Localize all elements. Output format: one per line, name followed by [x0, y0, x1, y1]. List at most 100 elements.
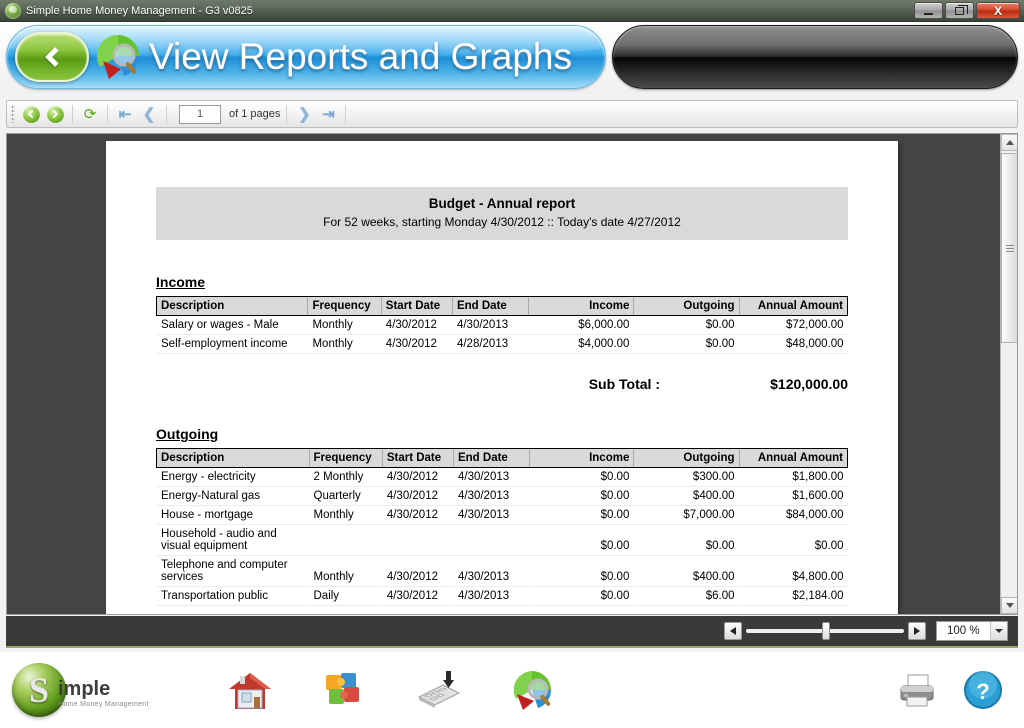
cell-income: $6,000.00	[578, 319, 630, 331]
toolbar-grip[interactable]	[11, 105, 15, 123]
cell-start-date: 4/30/2012	[386, 490, 438, 502]
cell-annual-amount: $48,000.00	[785, 338, 844, 350]
chevron-left-icon	[45, 47, 65, 67]
cell-description: Energy-Natural gas	[161, 490, 261, 502]
window-title: Simple Home Money Management - G3 v0825	[26, 4, 253, 17]
income-table: Description Frequency Start Date End Dat…	[155, 296, 849, 354]
report-navigation-toolbar: ⟳ ⇤ ❮ 1 of 1 pages ❯ ⇥	[6, 100, 1018, 128]
help-icon[interactable]: ?	[960, 667, 1006, 713]
cell-outgoing: $0.00	[705, 319, 735, 331]
cell-description: Energy - electricity	[161, 471, 256, 483]
header-back-button[interactable]	[15, 32, 89, 82]
toolbar-separator	[72, 105, 73, 123]
toolbar-separator	[107, 105, 108, 123]
cell-income: $0.00	[600, 490, 630, 502]
report-subtitle: For 52 weeks, starting Monday 4/30/2012 …	[323, 215, 681, 229]
keyboard-entry-icon[interactable]	[415, 667, 461, 713]
cell-outgoing: $7,000.00	[683, 509, 735, 521]
column-header-outgoing: Outgoing	[633, 296, 740, 316]
column-header-description: Description	[155, 296, 308, 316]
column-header-description: Description	[156, 448, 309, 468]
cell-description: Telephone and computer services	[161, 559, 288, 583]
cell-start-date: 4/30/2012	[386, 471, 438, 483]
puzzle-icon[interactable]	[321, 667, 367, 713]
chevron-up-icon	[1005, 140, 1014, 145]
income-subtotal: Sub Total : $120,000.00	[156, 376, 848, 392]
cell-frequency: Daily	[313, 590, 340, 602]
close-button[interactable]: X	[976, 2, 1020, 19]
table-header-row: Description Frequency Start Date End Dat…	[156, 448, 848, 468]
nav-back-button[interactable]	[20, 103, 42, 125]
zoom-toolbar: 100 %	[6, 616, 1018, 648]
page-number-input[interactable]: 1	[179, 104, 221, 124]
column-header-end-date: End Date	[451, 296, 529, 316]
previous-page-button[interactable]: ❮	[138, 103, 160, 125]
window-controls: X	[914, 2, 1020, 19]
section-heading-income: Income	[156, 274, 206, 290]
report-header-banner: Budget - Annual report For 52 weeks, sta…	[156, 187, 848, 240]
printer-icon[interactable]	[894, 667, 940, 713]
minimize-button[interactable]	[914, 2, 943, 19]
zoom-slider-thumb[interactable]	[822, 622, 830, 640]
utility-icons: ?	[894, 667, 1006, 713]
triangle-right-icon	[914, 627, 920, 635]
zoom-slider[interactable]	[746, 622, 904, 640]
grip-icon	[1005, 244, 1014, 252]
cell-annual-amount: $0.00	[814, 540, 844, 552]
zoom-level-select[interactable]: 100 %	[936, 621, 1008, 641]
reports-icon[interactable]	[509, 667, 555, 713]
table-row: Self-employment income Monthly 4/30/2012…	[156, 335, 848, 354]
cell-income: $0.00	[600, 540, 630, 552]
toolbar-separator	[345, 105, 347, 123]
cell-frequency: Monthly	[313, 571, 354, 583]
vertical-scrollbar[interactable]	[1000, 134, 1017, 614]
cell-end-date	[453, 525, 529, 556]
cell-description: Transportation public	[161, 590, 268, 602]
zoom-out-button[interactable]	[724, 622, 742, 640]
cell-outgoing: $0.00	[705, 338, 735, 350]
zoom-in-button[interactable]	[908, 622, 926, 640]
header-secondary-panel	[612, 25, 1018, 89]
last-page-button[interactable]: ⇥	[317, 103, 339, 125]
table-row: Salary or wages - Male Monthly 4/30/2012…	[156, 316, 848, 335]
refresh-icon: ⟳	[83, 105, 97, 123]
cell-outgoing: $400.00	[692, 571, 735, 583]
page-header: View Reports and Graphs	[0, 22, 1024, 94]
table-row: Household - audio and visual equipment $…	[156, 525, 848, 556]
column-header-outgoing: Outgoing	[633, 448, 739, 468]
cell-description: Salary or wages - Male	[161, 319, 279, 331]
table-row: House - mortgage Monthly 4/30/2012 4/30/…	[156, 506, 848, 525]
scroll-down-button[interactable]	[1001, 597, 1017, 614]
logo-letter: S	[28, 670, 50, 710]
cell-income: $4,000.00	[578, 338, 630, 350]
nav-forward-button[interactable]	[44, 103, 66, 125]
app-logo: S imple Home Money Management	[12, 663, 149, 717]
subtotal-value: $120,000.00	[770, 376, 848, 392]
cell-start-date: 4/30/2012	[386, 571, 438, 583]
cell-frequency: Monthly	[312, 319, 353, 331]
cell-start-date: 4/30/2012	[386, 509, 438, 521]
cell-end-date: 4/30/2013	[457, 471, 510, 483]
table-header-row: Description Frequency Start Date End Dat…	[155, 296, 849, 316]
maximize-button[interactable]	[945, 2, 974, 19]
column-header-income: Income	[529, 448, 634, 468]
cell-frequency: 2 Monthly	[313, 471, 364, 483]
scroll-up-button[interactable]	[1001, 134, 1017, 151]
table-row: Transportation public Daily 4/30/2012 4/…	[156, 587, 848, 606]
first-page-button[interactable]: ⇤	[114, 103, 136, 125]
page-title: View Reports and Graphs	[149, 36, 572, 77]
cell-end-date: 4/30/2013	[456, 319, 509, 331]
home-icon[interactable]	[227, 667, 273, 713]
main-nav-icons	[227, 667, 555, 713]
cell-annual-amount: $72,000.00	[785, 319, 844, 331]
refresh-button[interactable]: ⟳	[79, 103, 101, 125]
column-header-frequency: Frequency	[308, 448, 383, 468]
chevron-down-icon[interactable]	[990, 622, 1007, 640]
triangle-left-icon	[730, 627, 736, 635]
cell-income: $0.00	[600, 590, 630, 602]
scrollbar-thumb[interactable]	[1001, 153, 1017, 343]
next-page-button[interactable]: ❯	[293, 103, 315, 125]
cell-outgoing: $300.00	[692, 471, 735, 483]
logo-name: imple	[58, 677, 111, 700]
cell-annual-amount: $2,184.00	[792, 590, 844, 602]
